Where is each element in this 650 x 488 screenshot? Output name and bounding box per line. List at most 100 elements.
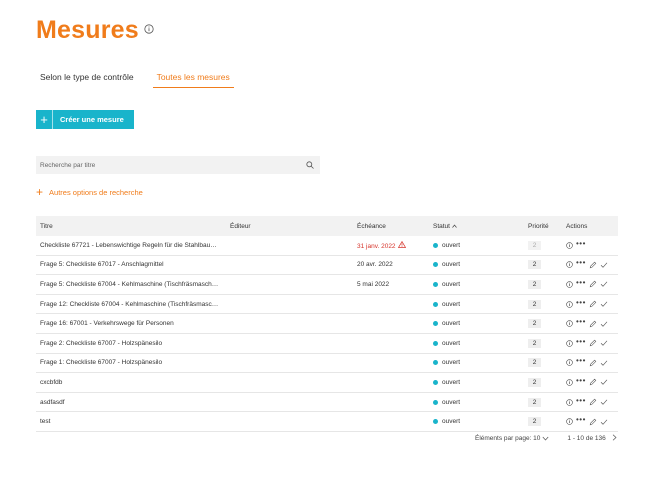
- table-body: Checkliste 67721 - Lebenswichtige Regeln…: [36, 236, 618, 432]
- row-title[interactable]: Frage 2: Checkliste 67007 - Holzspänesil…: [36, 340, 230, 347]
- row-due-date: 5 mai 2022: [357, 281, 433, 288]
- chevron-down-icon: [542, 436, 549, 441]
- check-icon[interactable]: [600, 359, 608, 367]
- edit-icon[interactable]: [589, 398, 597, 406]
- row-status: ouvert: [433, 418, 528, 425]
- check-icon[interactable]: [600, 378, 608, 386]
- edit-icon[interactable]: [589, 378, 597, 386]
- row-title[interactable]: asdfasdf: [36, 399, 230, 406]
- status-header-label: Statut: [433, 222, 450, 230]
- row-title[interactable]: Frage 5: Checkliste 67004 - Kehlmaschine…: [36, 281, 230, 288]
- edit-icon[interactable]: [589, 359, 597, 367]
- edit-icon[interactable]: [589, 280, 597, 288]
- more-options-icon[interactable]: •••: [576, 337, 586, 346]
- row-title[interactable]: Checkliste 67721 - Lebenswichtige Regeln…: [36, 242, 230, 249]
- priority-badge: 2: [528, 417, 541, 427]
- row-title[interactable]: Frage 1: Checkliste 67007 - Holzspänesil…: [36, 359, 230, 366]
- tab-all-measures[interactable]: Toutes les mesures: [152, 70, 234, 88]
- check-icon[interactable]: [600, 398, 608, 406]
- table-row[interactable]: Frage 12: Checkliste 67004 - Kehlmaschin…: [36, 295, 618, 315]
- column-header-editor[interactable]: Éditeur: [230, 223, 357, 230]
- info-icon[interactable]: [566, 242, 573, 249]
- row-title[interactable]: Frage 12: Checkliste 67004 - Kehlmaschin…: [36, 301, 230, 308]
- more-options-icon[interactable]: •••: [576, 278, 586, 287]
- row-title[interactable]: cxcbfdb: [36, 379, 230, 386]
- next-page-button[interactable]: [612, 434, 617, 443]
- more-options-icon[interactable]: •••: [576, 239, 586, 248]
- info-icon[interactable]: [144, 21, 154, 34]
- column-header-due[interactable]: Échéance: [357, 223, 433, 230]
- table-row[interactable]: test ouvert 2 •••: [36, 412, 618, 432]
- status-dot: [433, 379, 438, 385]
- more-options-icon[interactable]: •••: [576, 298, 586, 307]
- edit-icon[interactable]: [589, 300, 597, 308]
- status-text: ouvert: [442, 398, 461, 406]
- status-dot: [433, 301, 438, 307]
- table-row[interactable]: Frage 2: Checkliste 67007 - Holzspänesil…: [36, 334, 618, 354]
- info-icon[interactable]: [566, 340, 573, 347]
- column-header-status[interactable]: Statut: [433, 223, 528, 230]
- table-row[interactable]: Frage 1: Checkliste 67007 - Holzspänesil…: [36, 354, 618, 374]
- due-date-text: 20 avr. 2022: [357, 261, 393, 269]
- table-row[interactable]: cxcbfdb ouvert 2 •••: [36, 373, 618, 393]
- table-row[interactable]: Frage 5: Checkliste 67017 - Anschlagmitt…: [36, 256, 618, 276]
- table-row[interactable]: Frage 5: Checkliste 67004 - Kehlmaschine…: [36, 275, 618, 295]
- check-icon[interactable]: [600, 418, 608, 426]
- more-options-icon[interactable]: •••: [576, 396, 586, 405]
- row-status: ouvert: [433, 399, 528, 406]
- tab-by-control-type[interactable]: Selon le type de contrôle: [40, 70, 134, 88]
- edit-icon[interactable]: [589, 339, 597, 347]
- priority-badge: 2: [528, 397, 541, 407]
- edit-icon[interactable]: [589, 418, 597, 426]
- table-row[interactable]: Frage 16: 67001 - Verkehrswege für Perso…: [36, 314, 618, 334]
- check-icon[interactable]: [600, 280, 608, 288]
- column-header-title[interactable]: Titre: [36, 223, 230, 230]
- edit-icon[interactable]: [589, 320, 597, 328]
- info-icon[interactable]: [566, 379, 573, 386]
- row-title[interactable]: Frage 16: 67001 - Verkehrswege für Perso…: [36, 320, 230, 327]
- row-priority: 2: [528, 299, 566, 309]
- priority-badge: 2: [528, 279, 541, 289]
- more-options-icon[interactable]: •••: [576, 357, 586, 365]
- info-icon[interactable]: [566, 398, 573, 406]
- edit-icon[interactable]: [589, 261, 597, 269]
- pagination: Éléments par page: 10 1 - 10 de 136: [475, 434, 620, 443]
- row-priority: 2: [528, 377, 566, 387]
- row-title[interactable]: test: [36, 418, 230, 425]
- more-options-icon[interactable]: •••: [576, 376, 586, 385]
- title-wrap: Mesures: [36, 16, 154, 45]
- priority-badge: 2: [528, 319, 541, 329]
- more-search-options-link[interactable]: + Autres options de recherche: [36, 186, 143, 198]
- row-status: ouvert: [433, 320, 528, 327]
- table-row[interactable]: Checkliste 67721 - Lebenswichtige Regeln…: [36, 236, 618, 256]
- priority-badge: 2: [528, 377, 541, 387]
- table-row[interactable]: asdfasdf ouvert 2 •••: [36, 393, 618, 413]
- status-text: ouvert: [442, 261, 461, 269]
- check-icon[interactable]: [600, 261, 608, 269]
- row-title[interactable]: Frage 5: Checkliste 67017 - Anschlagmitt…: [36, 261, 230, 268]
- more-options-icon[interactable]: •••: [576, 318, 586, 326]
- info-icon[interactable]: [566, 418, 573, 425]
- column-header-priority[interactable]: Priorité: [528, 223, 566, 230]
- info-icon[interactable]: [566, 320, 573, 327]
- sort-ascending-icon: [452, 223, 457, 230]
- more-search-options-label: Autres options de recherche: [49, 187, 143, 197]
- check-icon[interactable]: [600, 320, 608, 328]
- row-actions: •••: [566, 357, 618, 367]
- status-dot: [433, 399, 438, 405]
- row-actions: •••: [566, 337, 618, 347]
- create-measure-button[interactable]: + Créer une mesure: [36, 110, 134, 129]
- info-icon[interactable]: [566, 359, 573, 367]
- status-text: ouvert: [442, 280, 461, 288]
- more-options-icon[interactable]: •••: [576, 416, 586, 424]
- check-icon[interactable]: [600, 300, 608, 308]
- more-options-icon[interactable]: •••: [576, 259, 586, 267]
- check-icon[interactable]: [600, 339, 608, 347]
- search-input[interactable]: [40, 161, 280, 169]
- info-icon[interactable]: [566, 300, 573, 308]
- search-icon[interactable]: [306, 156, 314, 174]
- plus-icon: +: [36, 110, 53, 129]
- info-icon[interactable]: [566, 261, 573, 269]
- items-per-page-select[interactable]: Éléments par page: 10: [475, 435, 549, 442]
- info-icon[interactable]: [566, 281, 573, 288]
